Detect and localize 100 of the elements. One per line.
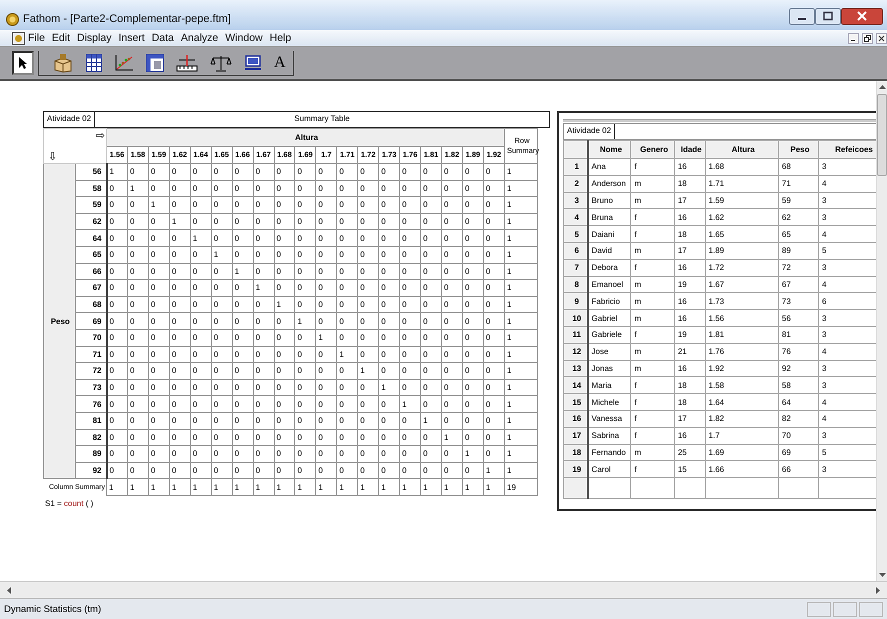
column-summary-cell: 1 [232,478,254,496]
scroll-up-icon[interactable] [878,84,886,90]
vertical-scrollbar[interactable] [876,81,887,581]
table-cell: 0 [232,462,254,479]
pointer-tool[interactable] [12,51,34,75]
table-cell: m [630,343,674,360]
column-header[interactable]: Idade [674,140,706,158]
column-header[interactable]: Altura [705,140,778,158]
menu-item[interactable]: File [28,32,45,44]
menu-item[interactable]: Window [225,32,263,44]
table-cell: 0 [253,230,274,246]
pointer-icon [18,56,28,70]
document-icon[interactable] [12,32,25,44]
table-cell: 0 [316,164,337,180]
table-cell: 0 [316,230,337,246]
column-summary-cell: 1 [336,478,358,496]
table-cell: 0 [148,362,170,380]
table-cell: 0 [106,396,128,412]
toolbar-button[interactable]: A [271,52,289,74]
scrollbar-thumb[interactable] [877,94,887,176]
table-cell: 0 [106,312,128,330]
formula-text[interactable]: S1 = count ( ) [43,498,94,508]
table-cell: 0 [336,446,358,462]
menu-item[interactable]: Help [270,32,292,44]
table-cell: 0 [253,412,274,429]
scroll-down-icon[interactable] [878,572,886,578]
row-summary-cell: 1 [504,280,538,296]
status-pane [807,602,831,616]
menu-item[interactable]: Analyze [180,32,218,44]
table-cell: 0 [148,446,170,462]
table-cell: 1 [358,362,379,380]
table-cell: f [630,394,674,410]
table-cell: 0 [420,246,442,264]
menu-item[interactable]: Edit [52,32,70,44]
row-header: 64 [75,230,106,246]
menu-item[interactable]: Data [152,32,174,44]
column-summary-cell: 1 [378,478,400,496]
table-cell: 0 [211,429,232,446]
minimize-button[interactable] [789,8,815,25]
table-cell: 0 [211,296,232,313]
row-header: 92 [75,462,106,479]
close-button[interactable] [876,32,887,44]
column-header[interactable]: Genero [630,140,674,158]
table-cell: 0 [106,246,128,264]
table-cell: 0 [106,379,128,396]
menu-item[interactable]: Insert [118,32,145,44]
table-cell: 0 [253,213,274,230]
column-header[interactable]: Nome [588,140,631,158]
column-header[interactable]: Peso [778,140,818,158]
column-attribute[interactable]: Altura [106,128,504,146]
table-cell: 0 [316,213,337,230]
row-attribute[interactable]: Peso [44,164,75,479]
table-cell: 0 [420,362,442,380]
table-cell: 1.64 [705,394,778,410]
table-cell: 0 [294,379,316,396]
column-drop-arrow[interactable]: ⇨ [96,129,105,142]
table-cell: m [630,175,674,192]
horizontal-scrollbar[interactable] [0,581,887,598]
row-drop-arrow[interactable]: ⇩ [48,150,106,163]
row-summary-cell: 1 [504,246,538,264]
table-cell: 0 [274,462,295,479]
table-cell: 1 [211,246,232,264]
table-cell: Fernando [588,444,631,461]
row-summary-cell: 1 [504,312,538,330]
table-cell: 0 [169,346,190,363]
row-summary-cell: 1 [504,296,538,313]
row-number: 13 [564,360,588,377]
toolbar-button[interactable] [83,52,105,74]
table-cell: 0 [400,446,421,462]
column-header[interactable]: Refeicoes [818,140,876,158]
restore-button[interactable] [862,32,873,44]
table-cell: 1 [462,446,484,462]
scroll-left-icon[interactable] [6,586,12,594]
table-cell: 0 [274,246,295,264]
table-cell: 0 [483,379,504,396]
table-cell: 0 [483,196,504,214]
table-cell: 0 [400,362,421,380]
table-cell: 1 [294,312,316,330]
table-cell: 21 [674,343,706,360]
table-cell: 0 [294,280,316,296]
table-cell: 0 [253,379,274,396]
table-cell: 0 [274,312,295,330]
table-cell: 0 [274,362,295,380]
close-button[interactable] [841,8,883,25]
row-number: 4 [564,208,588,226]
scroll-right-icon[interactable] [875,586,881,594]
table-cell: 0 [378,446,400,462]
toolbar-button[interactable] [143,52,167,74]
table-cell: 0 [462,412,484,429]
table-cell: 0 [169,312,190,330]
menu-item[interactable]: Display [77,32,112,44]
table-cell: 0 [442,263,462,280]
table-cell: 0 [190,312,212,330]
table-cell: 0 [462,312,484,330]
column-summary-cell: 1 [211,478,232,496]
status-text: Dynamic Statistics (tm) [4,604,102,614]
maximize-button[interactable] [815,8,841,25]
table-cell: 73 [778,292,818,310]
table-cell: 0 [442,329,462,346]
minimize-button[interactable] [848,32,859,44]
